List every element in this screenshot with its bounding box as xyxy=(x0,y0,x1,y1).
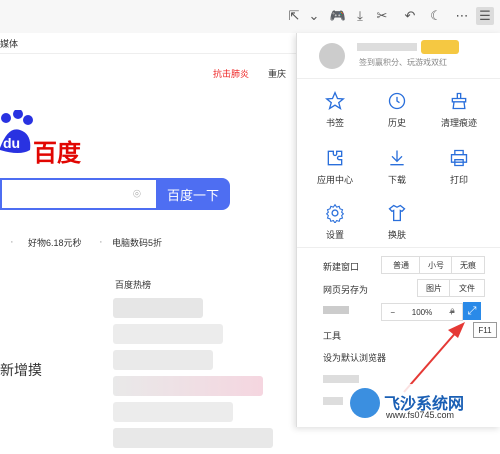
watermark-url: www.fs0745.com xyxy=(386,410,455,420)
list-item[interactable] xyxy=(113,428,273,448)
annotation-arrow xyxy=(403,322,465,393)
watermark-logo-icon xyxy=(350,388,380,418)
watermark: 飞沙系统网 www.fs0745.com xyxy=(350,384,500,427)
